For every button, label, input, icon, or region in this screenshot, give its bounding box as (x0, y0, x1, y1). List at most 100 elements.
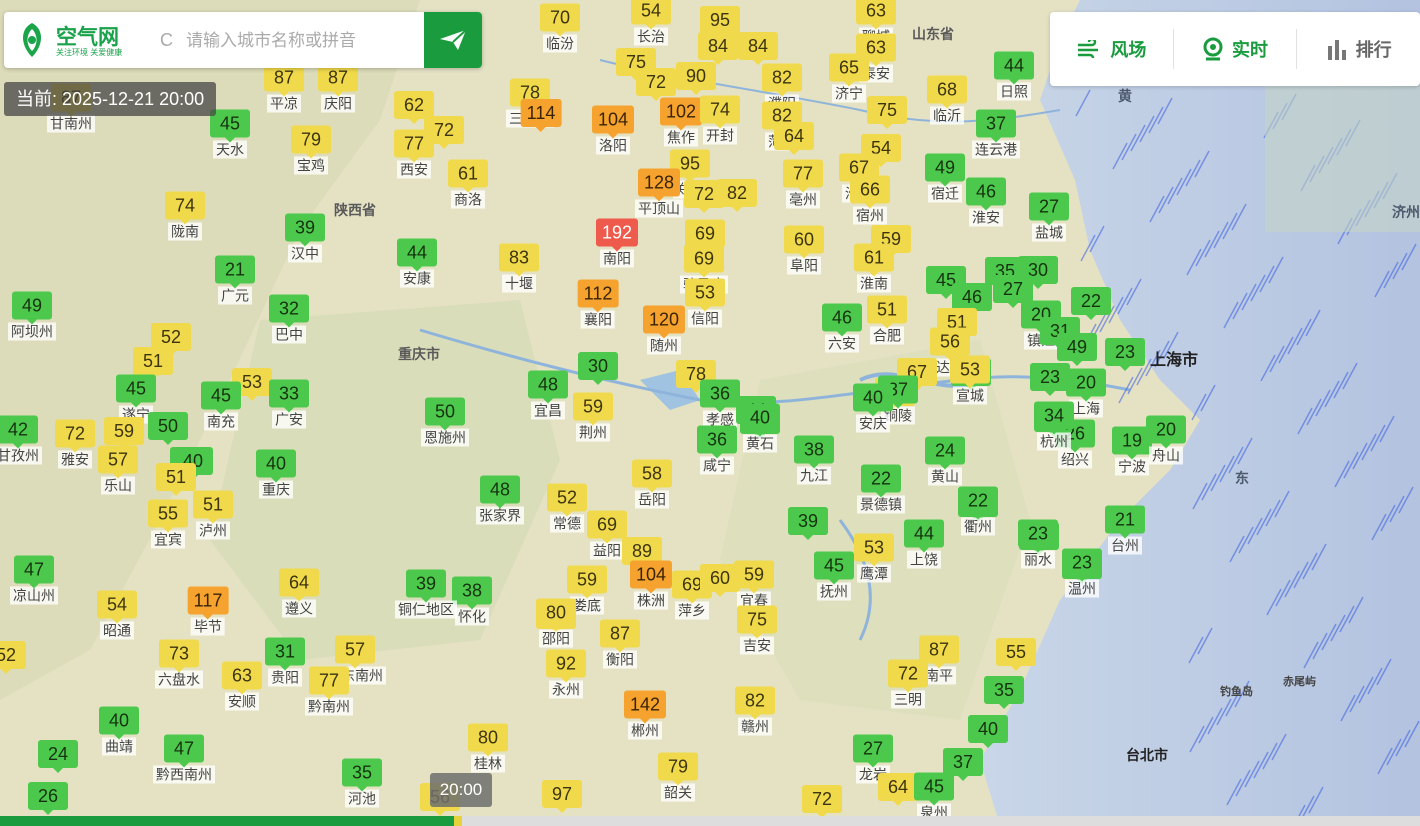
station-marker[interactable]: 45 抚州 (814, 551, 854, 601)
station-marker[interactable]: 50 (148, 412, 188, 445)
station-marker[interactable]: 40 黄石 (740, 403, 780, 453)
station-marker[interactable]: 36 咸宁 (697, 425, 737, 475)
station-marker[interactable]: 55 (996, 638, 1036, 671)
station-marker[interactable]: 64 (774, 122, 814, 155)
station-marker[interactable]: 44 上饶 (904, 519, 944, 569)
station-marker[interactable]: 20 舟山 (1146, 415, 1186, 465)
station-marker[interactable]: 80 邵阳 (536, 598, 576, 648)
station-marker[interactable]: 73 六盘水 (155, 639, 203, 689)
station-marker[interactable]: 50 恩施州 (421, 397, 469, 447)
station-marker[interactable]: 53 宣城 (950, 355, 990, 405)
station-marker[interactable]: 61 淮南 (854, 243, 894, 293)
station-marker[interactable]: 90 (676, 62, 716, 95)
station-marker[interactable]: 63 安顺 (222, 661, 262, 711)
site-logo[interactable]: 空气网 关注环境 关爱健康 (14, 19, 144, 61)
station-marker[interactable]: 74 开封 (700, 95, 740, 145)
station-marker[interactable]: 64 (878, 773, 918, 806)
station-marker[interactable]: 44 日照 (994, 51, 1034, 101)
station-marker[interactable]: 23 丽水 (1018, 519, 1058, 569)
station-marker[interactable]: 45 南充 (201, 381, 241, 431)
station-marker[interactable]: 72 三明 (888, 659, 928, 709)
station-marker[interactable]: 102 焦作 (659, 97, 703, 147)
station-marker[interactable]: 35 (984, 676, 1024, 709)
station-marker[interactable]: 38 怀化 (452, 576, 492, 626)
station-marker[interactable]: 40 安庆 (853, 383, 893, 433)
station-marker[interactable]: 54 昭通 (97, 590, 137, 640)
station-marker[interactable]: 46 六安 (822, 303, 862, 353)
station-marker[interactable]: 52 (0, 641, 26, 674)
station-marker[interactable]: 77 黔南州 (305, 666, 353, 716)
station-marker[interactable]: 53 信阳 (685, 278, 725, 328)
search-button[interactable] (424, 12, 482, 68)
station-marker[interactable]: 21 台州 (1105, 505, 1145, 555)
station-marker[interactable]: 82 赣州 (735, 686, 775, 736)
station-marker[interactable]: 104 株洲 (629, 560, 673, 610)
station-marker[interactable]: 84 (738, 32, 778, 65)
station-marker[interactable]: 87 庆阳 (318, 63, 358, 113)
station-marker[interactable]: 31 贵阳 (265, 637, 305, 687)
station-marker[interactable]: 87 平凉 (264, 63, 304, 113)
station-marker[interactable]: 58 岳阳 (632, 459, 672, 509)
station-marker[interactable]: 23 (1030, 363, 1070, 396)
station-marker[interactable]: 46 (952, 283, 992, 316)
station-marker[interactable]: 87 衡阳 (600, 619, 640, 669)
station-marker[interactable]: 72 (802, 785, 842, 818)
station-marker[interactable]: 59 (104, 417, 144, 450)
station-marker[interactable]: 70 临汾 (540, 3, 580, 53)
station-marker[interactable]: 35 河池 (342, 758, 382, 808)
station-marker[interactable]: 92 永州 (546, 649, 586, 699)
menu-wind-field[interactable]: 风场 (1050, 29, 1173, 69)
menu-ranking[interactable]: 排行 (1296, 29, 1420, 69)
station-marker[interactable]: 32 巴中 (269, 294, 309, 344)
station-marker[interactable]: 72 雅安 (55, 419, 95, 469)
station-marker[interactable]: 46 淮安 (966, 177, 1006, 227)
station-marker[interactable]: 74 陇南 (165, 191, 205, 241)
station-marker[interactable]: 95 (700, 6, 740, 39)
station-marker[interactable]: 38 九江 (794, 435, 834, 485)
station-marker[interactable]: 79 宝鸡 (291, 125, 331, 175)
station-marker[interactable]: 33 广安 (269, 379, 309, 429)
timeline-bar[interactable] (0, 816, 1420, 826)
station-marker[interactable]: 75 (867, 96, 907, 129)
station-marker[interactable]: 51 泸州 (193, 490, 233, 540)
station-marker[interactable]: 22 (1071, 287, 1111, 320)
station-marker[interactable]: 49 阿坝州 (8, 291, 56, 341)
station-marker[interactable]: 51 合肥 (867, 295, 907, 345)
station-marker[interactable]: 192 南阳 (595, 218, 639, 268)
station-marker[interactable]: 60 阜阳 (784, 225, 824, 275)
station-marker[interactable]: 97 (542, 780, 582, 813)
station-marker[interactable]: 40 (968, 715, 1008, 748)
station-marker[interactable]: 49 (1057, 333, 1097, 366)
station-marker[interactable]: 59 荆州 (573, 392, 613, 442)
station-marker[interactable]: 80 桂林 (468, 723, 508, 773)
station-marker[interactable]: 21 广元 (215, 255, 255, 305)
station-marker[interactable]: 55 宜宾 (148, 499, 188, 549)
station-marker[interactable]: 23 温州 (1062, 548, 1102, 598)
search-input[interactable] (184, 22, 424, 60)
station-marker[interactable]: 75 吉安 (737, 605, 777, 655)
station-marker[interactable]: 22 衢州 (958, 486, 998, 536)
station-marker[interactable]: 45 泉州 (914, 772, 954, 822)
station-marker[interactable]: 47 凉山州 (10, 555, 58, 605)
station-marker[interactable]: 77 亳州 (783, 159, 823, 209)
station-marker[interactable]: 39 (788, 507, 828, 540)
station-marker[interactable]: 68 临沂 (927, 75, 967, 125)
station-marker[interactable]: 37 连云港 (972, 109, 1020, 159)
station-marker[interactable]: 44 安康 (397, 238, 437, 288)
station-marker[interactable]: 45 天水 (210, 109, 250, 159)
station-marker[interactable]: 23 (1105, 338, 1145, 371)
station-marker[interactable]: 57 乐山 (98, 445, 138, 495)
station-marker[interactable]: 51 (156, 463, 196, 496)
station-marker[interactable]: 61 商洛 (448, 159, 488, 209)
station-marker[interactable]: 24 (38, 740, 78, 773)
station-marker[interactable]: 48 宜昌 (528, 370, 568, 420)
station-marker[interactable]: 52 常德 (547, 483, 587, 533)
station-marker[interactable]: 26 (28, 782, 68, 815)
station-marker[interactable]: 65 济宁 (829, 53, 869, 103)
station-marker[interactable]: 64 遵义 (279, 568, 319, 618)
station-marker[interactable]: 142 郴州 (623, 690, 667, 740)
station-marker[interactable]: 27 盐城 (1029, 192, 1069, 242)
station-marker[interactable]: 27 (993, 275, 1033, 308)
station-marker[interactable]: 114 (520, 99, 562, 132)
station-marker[interactable]: 24 黄山 (925, 436, 965, 486)
